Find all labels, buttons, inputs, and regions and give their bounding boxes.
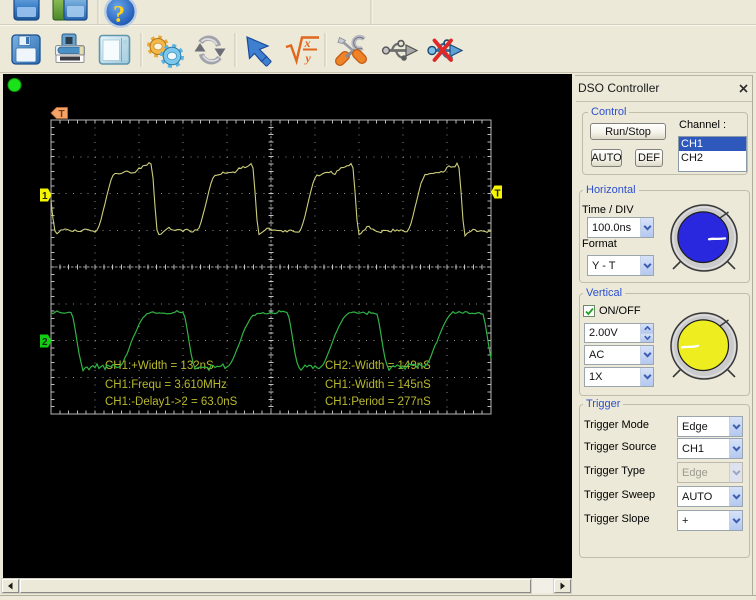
svg-text:y: y [304, 51, 312, 65]
svg-text:T: T [495, 189, 501, 200]
svg-text:CH1:Frequ = 3.610MHz: CH1:Frequ = 3.610MHz [105, 379, 227, 391]
svg-text:CH1:-Width = 145nS: CH1:-Width = 145nS [325, 379, 431, 391]
svg-text:x: x [304, 36, 311, 50]
svg-text:2: 2 [42, 337, 48, 348]
svg-text:CH1:Period = 277nS: CH1:Period = 277nS [325, 396, 431, 408]
svg-text:1: 1 [42, 191, 48, 202]
svg-text:CH1:-Delay1->2 = 63.0nS: CH1:-Delay1->2 = 63.0nS [105, 396, 238, 408]
svg-text:T: T [59, 109, 65, 120]
svg-text:?: ? [113, 2, 125, 28]
svg-text:CH1:+Width = 132nS: CH1:+Width = 132nS [105, 360, 214, 372]
svg-text:CH2:-Width = 149nS: CH2:-Width = 149nS [325, 360, 431, 372]
